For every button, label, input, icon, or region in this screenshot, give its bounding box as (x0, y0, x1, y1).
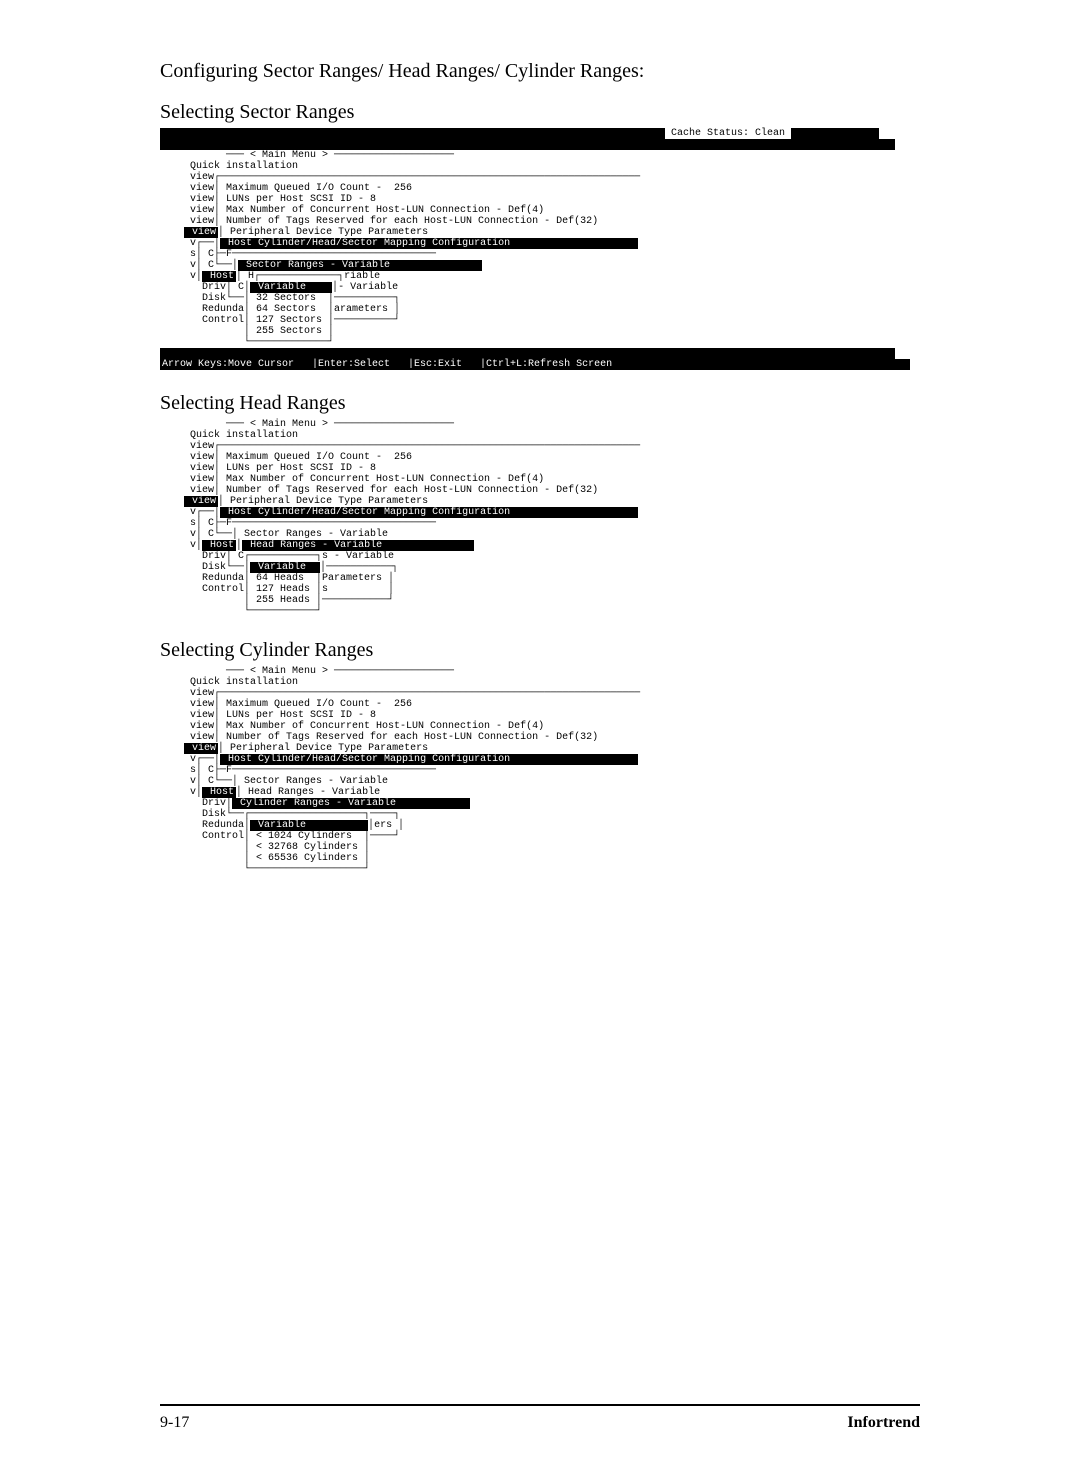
terminal-sector: Cache Status: Clean ─── < Main Menu > ──… (160, 128, 895, 370)
terminal-sector-content: Cache Status: Clean ─── < Main Menu > ──… (160, 128, 895, 370)
terminal-cyl-content: ─── < Main Menu > ──────────────────── Q… (160, 666, 895, 875)
subheading-sector: Selecting Sector Ranges (160, 101, 920, 124)
terminal-head: ─── < Main Menu > ──────────────────── Q… (160, 419, 895, 617)
page-number: 9-17 (160, 1414, 189, 1432)
subheading-head: Selecting Head Ranges (160, 392, 920, 415)
page-footer: 9-17 Infortrend (160, 1404, 920, 1432)
page-title: Configuring Sector Ranges/ Head Ranges/ … (160, 60, 920, 83)
terminal-head-content: ─── < Main Menu > ──────────────────── Q… (160, 419, 895, 617)
terminal-cyl: ─── < Main Menu > ──────────────────── Q… (160, 666, 895, 875)
brand: Infortrend (847, 1414, 920, 1432)
subheading-cyl: Selecting Cylinder Ranges (160, 639, 920, 662)
